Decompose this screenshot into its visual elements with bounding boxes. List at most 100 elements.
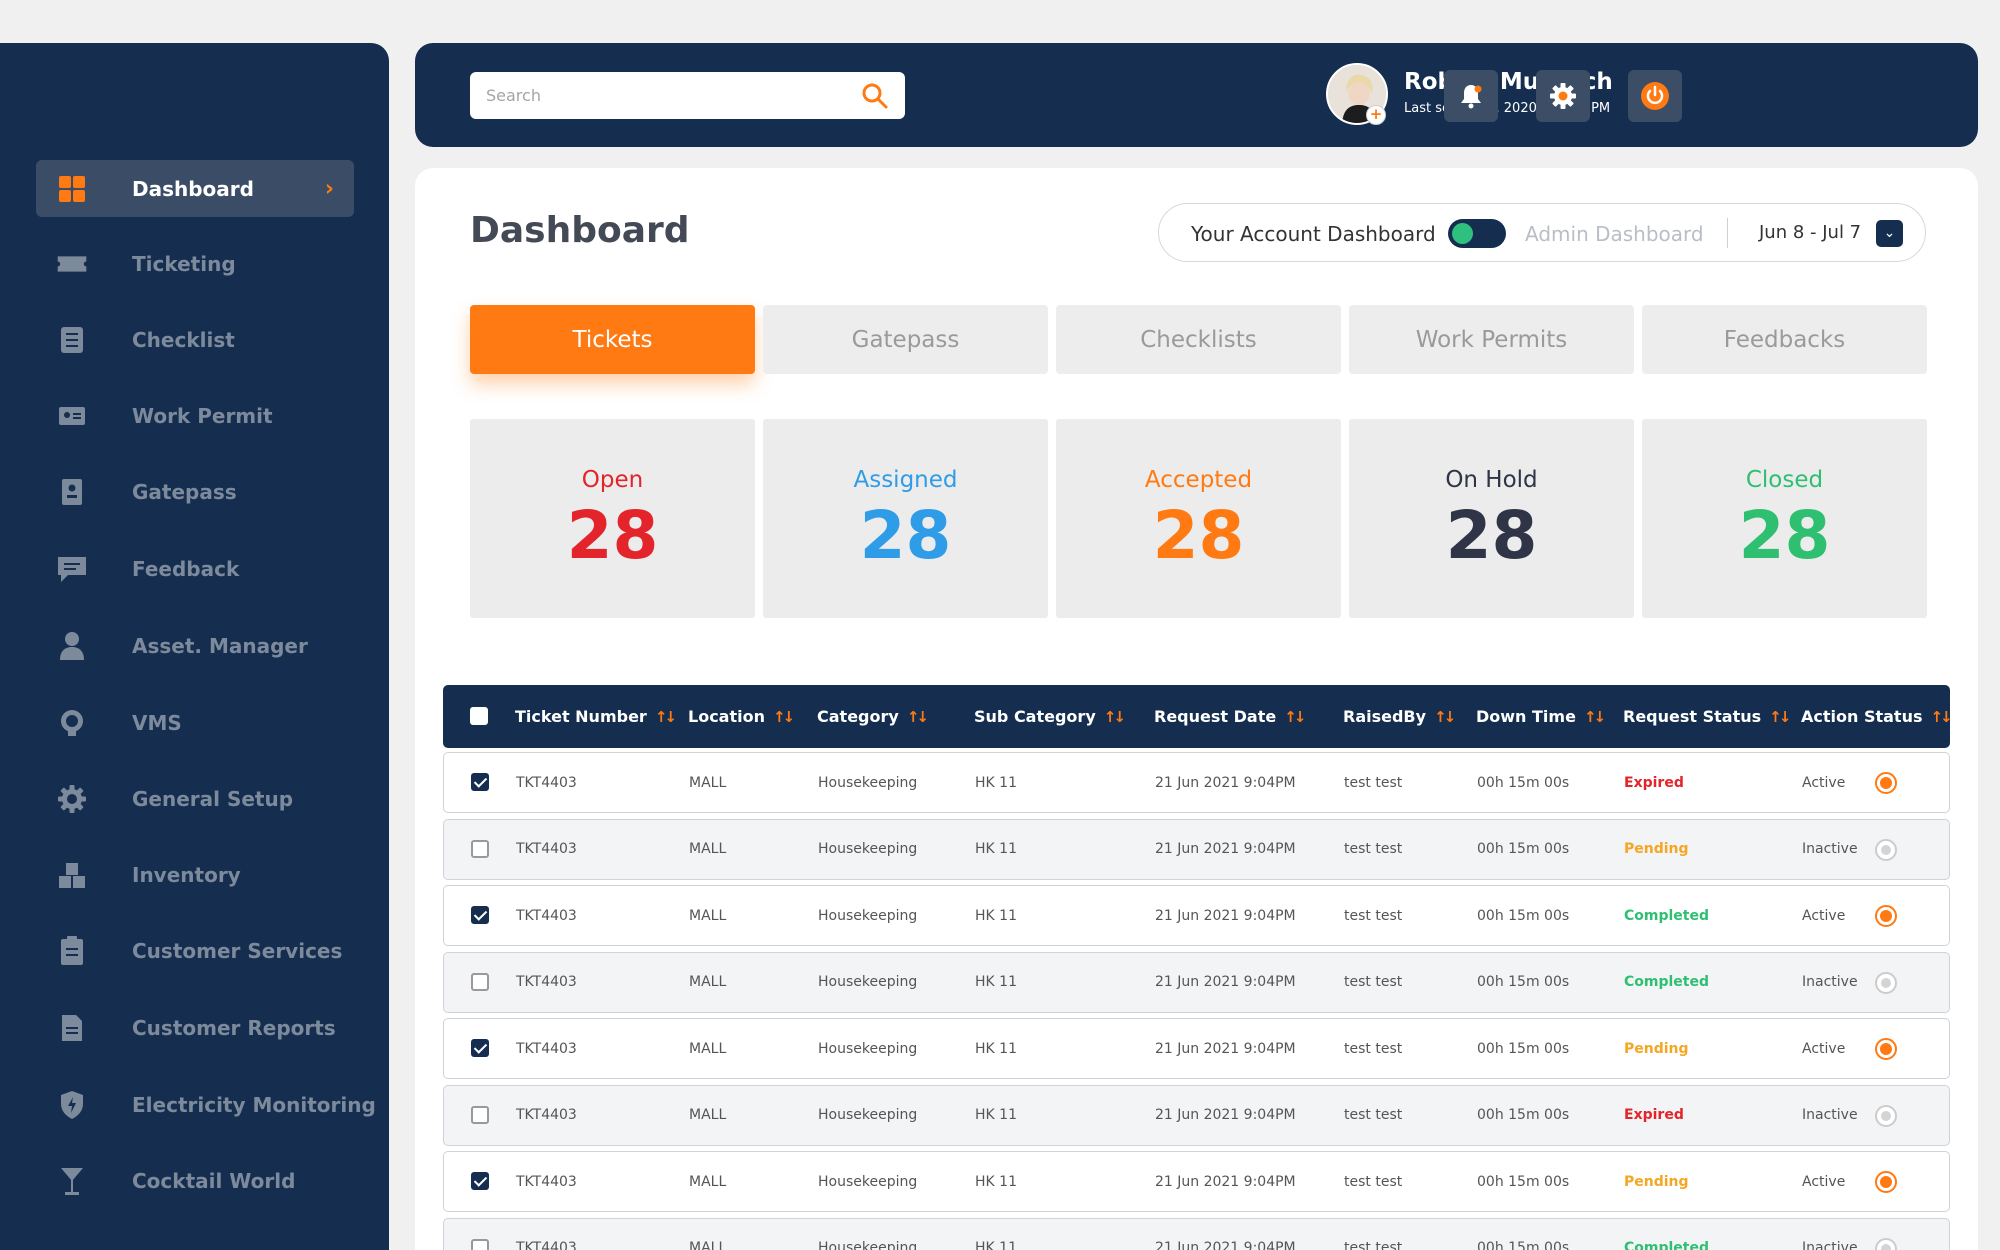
table-row[interactable]: TKT4403 MALL Housekeeping HK 11 21 Jun 2021 … (443, 752, 1950, 813)
sidebar-item-customer-reports[interactable]: Customer Reports (36, 999, 354, 1056)
tab-gatepass[interactable]: Gatepass (763, 305, 1048, 374)
row-checkbox[interactable] (471, 1039, 489, 1057)
sidebar-item-inventory[interactable]: Inventory (36, 846, 354, 903)
tab-work-permits[interactable]: Work Permits (1349, 305, 1634, 374)
sidebar-item-vms[interactable]: VMS (36, 694, 354, 751)
column-header-location[interactable]: Location ↑↓ (688, 685, 795, 748)
power-button[interactable] (1628, 70, 1682, 122)
sort-icon[interactable]: ↑↓ (1584, 708, 1606, 726)
table-row[interactable]: TKT4403 MALL Housekeeping HK 11 21 Jun 2021 … (443, 1217, 1950, 1250)
dashboard-switch: Your Account Dashboard Admin Dashboard J… (1158, 203, 1926, 262)
table-row[interactable]: TKT4403 MALL Housekeeping HK 11 21 Jun 2021 … (443, 1084, 1950, 1146)
column-header-category[interactable]: Category ↑↓ (817, 685, 929, 748)
column-header-down-time[interactable]: Down Time ↑↓ (1476, 685, 1606, 748)
stat-label: Closed (1745, 467, 1824, 493)
notifications-button[interactable] (1444, 70, 1498, 122)
row-checkbox[interactable] (471, 1105, 489, 1124)
tab-checklists[interactable]: Checklists (1056, 305, 1341, 374)
sidebar-item-gatepass[interactable]: Gatepass (36, 463, 354, 520)
column-header-ticket-number[interactable]: Ticket Number ↑↓ (515, 685, 677, 748)
cell-action: Active (1802, 1040, 1846, 1057)
row-checkbox[interactable] (471, 906, 489, 924)
stat-card-open[interactable]: Open 28 (470, 419, 755, 618)
column-header-label: Down Time (1476, 707, 1576, 726)
stat-card-on-hold[interactable]: On Hold 28 (1349, 419, 1634, 618)
row-checkbox[interactable] (471, 1238, 489, 1250)
search-input[interactable] (486, 72, 846, 119)
sidebar-item-work-permit[interactable]: Work Permit (36, 387, 354, 444)
action-status-radio[interactable] (1875, 971, 1897, 994)
cell-date: 21 Jun 2021 9:04PM (1155, 974, 1296, 990)
date-range[interactable]: Jun 8 - Jul 7 (1759, 222, 1861, 243)
action-status-radio[interactable] (1875, 1171, 1897, 1193)
sidebar-item-label: General Setup (132, 786, 294, 811)
action-status-radio[interactable] (1875, 1038, 1897, 1060)
settings-button[interactable] (1536, 70, 1590, 122)
sidebar-item-label: Gatepass (132, 479, 237, 504)
your-account-dashboard-label[interactable]: Your Account Dashboard (1191, 222, 1436, 246)
action-status-radio[interactable] (1875, 1237, 1897, 1250)
stat-value: 28 (1738, 497, 1831, 574)
row-checkbox[interactable] (471, 1172, 489, 1190)
search-icon[interactable] (861, 82, 889, 110)
table-row[interactable]: TKT4403 MALL Housekeeping HK 11 21 Jun 2021 … (443, 1151, 1950, 1212)
table-row[interactable]: TKT4403 MALL Housekeeping HK 11 21 Jun 2021 … (443, 818, 1950, 880)
stat-card-assigned[interactable]: Assigned 28 (763, 419, 1048, 618)
sort-icon[interactable]: ↑↓ (1104, 708, 1126, 726)
column-header-request-date[interactable]: Request Date ↑↓ (1154, 685, 1306, 748)
column-header-raisedby[interactable]: RaisedBy ↑↓ (1343, 685, 1456, 748)
tab-tickets[interactable]: Tickets (470, 305, 755, 374)
sort-icon[interactable]: ↑↓ (1284, 708, 1306, 726)
sort-icon[interactable]: ↑↓ (1769, 708, 1791, 726)
sidebar-item-customer-services[interactable]: Customer Services (36, 922, 354, 979)
chevron-right-icon: › (324, 176, 334, 201)
action-status-radio[interactable] (1875, 838, 1897, 861)
search-box[interactable] (470, 72, 905, 119)
column-header-request-status[interactable]: Request Status ↑↓ (1623, 685, 1791, 748)
cell-category: Housekeeping (818, 1240, 918, 1250)
sidebar-item-dashboard[interactable]: Dashboard › (36, 160, 354, 217)
action-status-radio[interactable] (1875, 1104, 1897, 1127)
row-checkbox[interactable] (471, 839, 489, 858)
action-status-radio[interactable] (1875, 905, 1897, 927)
table-row[interactable]: TKT4403 MALL Housekeeping HK 11 21 Jun 2021 … (443, 885, 1950, 946)
cell-raised: test test (1344, 1173, 1403, 1190)
sidebar-item-label: Inventory (132, 862, 241, 887)
sidebar-item-label: Cocktail World (132, 1168, 296, 1193)
tab-feedbacks[interactable]: Feedbacks (1642, 305, 1927, 374)
sidebar-item-general-setup[interactable]: General Setup (36, 770, 354, 827)
sort-icon[interactable]: ↑↓ (907, 708, 929, 726)
row-checkbox[interactable] (471, 773, 489, 791)
cocktail-icon (56, 1165, 88, 1197)
stat-card-closed[interactable]: Closed 28 (1642, 419, 1927, 618)
dashboard-toggle[interactable] (1448, 219, 1506, 248)
sidebar-item-cocktail-world[interactable]: Cocktail World (36, 1152, 354, 1209)
cell-down: 00h 15m 00s (1477, 1173, 1570, 1190)
admin-dashboard-label[interactable]: Admin Dashboard (1525, 222, 1704, 246)
cell-sub: HK 11 (975, 774, 1017, 791)
cell-raised: test test (1344, 841, 1403, 857)
sort-icon[interactable]: ↑↓ (1930, 708, 1952, 726)
action-status-radio[interactable] (1875, 772, 1897, 794)
sidebar-item-electricity-monitoring[interactable]: Electricity Monitoring (36, 1076, 376, 1133)
add-photo-icon[interactable]: + (1366, 105, 1386, 125)
chevron-down-icon[interactable]: ⌄ (1876, 220, 1903, 247)
cell-raised: test test (1344, 974, 1403, 990)
sort-icon[interactable]: ↑↓ (655, 708, 677, 726)
table-row[interactable]: TKT4403 MALL Housekeeping HK 11 21 Jun 2021 … (443, 1018, 1950, 1079)
column-header-sub-category[interactable]: Sub Category ↑↓ (974, 685, 1126, 748)
stat-card-accepted[interactable]: Accepted 28 (1056, 419, 1341, 618)
table-row[interactable]: TKT4403 MALL Housekeeping HK 11 21 Jun 2021 … (443, 951, 1950, 1013)
sort-icon[interactable]: ↑↓ (1434, 708, 1456, 726)
sidebar-item-asset-manager[interactable]: Asset. Manager (36, 617, 354, 674)
sidebar-item-checklist[interactable]: Checklist (36, 311, 354, 368)
sidebar-item-ticketing[interactable]: Ticketing (36, 235, 354, 292)
boxes-icon (56, 859, 88, 891)
column-header-action-status[interactable]: Action Status ↑↓ (1801, 685, 1953, 748)
column-header-label: Action Status (1801, 707, 1923, 726)
sort-icon[interactable]: ↑↓ (773, 708, 795, 726)
row-checkbox[interactable] (471, 972, 489, 991)
vms-icon (56, 707, 88, 739)
sidebar-item-feedback[interactable]: Feedback (36, 540, 354, 597)
select-all-checkbox[interactable] (470, 707, 488, 725)
